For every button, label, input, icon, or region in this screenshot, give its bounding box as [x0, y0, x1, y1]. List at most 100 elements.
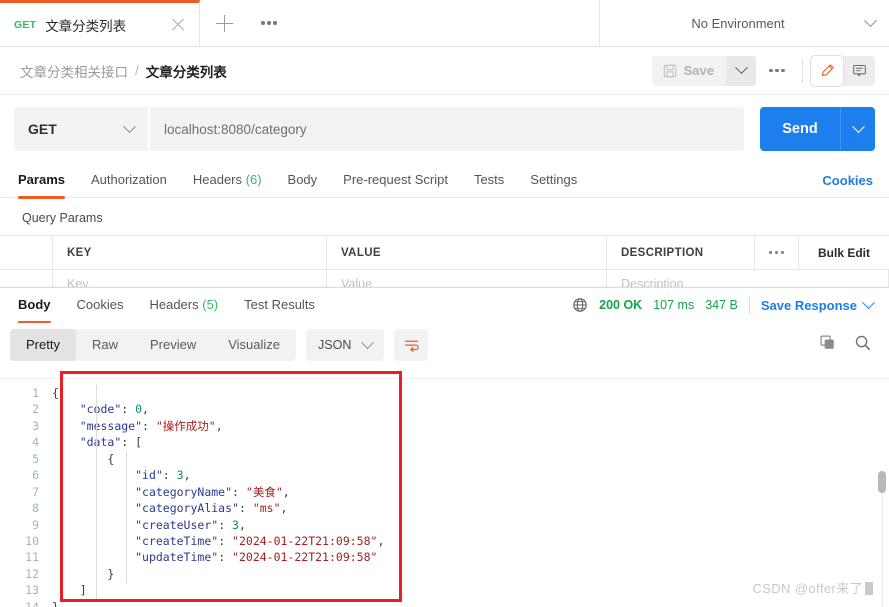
line-number: 4 [32, 435, 39, 450]
line-number: 10 [25, 533, 39, 548]
request-url-bar: GET localhost:8080/category Send [0, 95, 889, 151]
code-token: : [218, 533, 233, 548]
save-options-button[interactable] [726, 55, 756, 86]
response-body-viewer[interactable]: 1 2 3 4 5 6 7 8 9 10 11 12 13 14 { "code": 0, "messag… [0, 378, 889, 607]
code-line: "updateTime": "2024-01-22T21:09:58" [48, 549, 889, 565]
tab-more-options-button[interactable] [248, 0, 290, 46]
cookies-link[interactable]: Cookies [822, 173, 875, 188]
code-token: "categoryAlias" [135, 501, 239, 516]
code-line: } [48, 599, 889, 607]
scrollbar[interactable] [878, 471, 886, 607]
response-actions [819, 334, 875, 356]
watermark-text: CSDN @offer来了 [752, 581, 863, 596]
scrollbar-thumb[interactable] [878, 471, 886, 493]
code-token: : [218, 550, 233, 565]
tab-bar: GET 文章分类列表 No Environment [0, 0, 889, 47]
response-body-code: { "code": 0, "message": "操作成功", "data": … [48, 379, 889, 607]
chevron-down-icon [862, 295, 875, 309]
code-token: 0 [135, 402, 143, 417]
code-line: "code": 0, [48, 401, 889, 417]
line-number: 9 [32, 517, 39, 532]
request-tab-article-category-list[interactable]: GET 文章分类列表 [0, 0, 200, 46]
breadcrumb: 文章分类相关接口 / 文章分类列表 [20, 61, 652, 81]
code-token: "2024-01-22T21:09:58" [232, 533, 378, 548]
code-token: "createUser" [135, 517, 219, 532]
wrap-lines-button[interactable] [394, 329, 429, 361]
send-options-button[interactable] [840, 107, 875, 151]
save-button[interactable]: Save [651, 55, 726, 86]
view-mode-pretty[interactable]: Pretty [10, 329, 76, 361]
select-all-checkbox-cell[interactable] [0, 236, 53, 269]
code-token: "id" [135, 468, 163, 483]
tab-body[interactable]: Body [275, 164, 331, 198]
tab-tests[interactable]: Tests [461, 164, 517, 198]
tab-settings-label: Settings [530, 171, 578, 187]
code-token: : [121, 402, 136, 417]
tab-authorization[interactable]: Authorization [78, 164, 180, 198]
code-line: { [48, 385, 889, 401]
view-mode-raw[interactable]: Raw [76, 329, 134, 361]
search-icon [855, 335, 871, 351]
code-token: { [52, 386, 59, 400]
request-url-input[interactable]: localhost:8080/category [150, 107, 744, 151]
response-size: 347 B [705, 298, 738, 312]
environment-selector[interactable]: No Environment [600, 0, 889, 46]
response-tab-headers[interactable]: Headers (5) [136, 288, 231, 322]
line-number: 3 [32, 418, 39, 433]
watermark-block [865, 582, 873, 595]
column-header-key: KEY [53, 236, 327, 269]
search-response-button[interactable] [854, 334, 871, 356]
tab-params[interactable]: Params [14, 164, 78, 199]
view-mode-visualize[interactable]: Visualize [212, 329, 296, 361]
line-number: 5 [32, 451, 39, 466]
chevron-down-icon [864, 13, 877, 27]
tab-pre-request-script[interactable]: Pre-request Script [330, 164, 461, 198]
http-method-selector[interactable]: GET [14, 107, 148, 151]
view-mode-preview[interactable]: Preview [134, 329, 212, 361]
close-icon[interactable] [169, 16, 187, 34]
comment-icon [852, 64, 866, 77]
response-tab-test-results[interactable]: Test Results [231, 288, 328, 322]
code-token: : [162, 468, 177, 483]
code-token: : [218, 517, 233, 532]
watermark: CSDN @offer来了 [752, 578, 873, 597]
toolbar-divider [802, 58, 803, 83]
response-format-selector[interactable]: JSON [306, 329, 385, 361]
code-token: , [238, 517, 246, 532]
code-line: { [48, 451, 889, 467]
line-number: 8 [32, 501, 39, 516]
query-params-more-button[interactable] [755, 236, 799, 269]
new-tab-button[interactable] [200, 0, 248, 46]
tab-settings[interactable]: Settings [517, 164, 590, 198]
response-tab-body[interactable]: Body [14, 288, 64, 323]
breadcrumb-parent[interactable]: 文章分类相关接口 [20, 61, 128, 81]
request-more-options-button[interactable] [760, 56, 794, 86]
bulk-edit-button[interactable]: Bulk Edit [799, 236, 889, 269]
code-token: , [215, 418, 223, 433]
line-number: 13 [25, 583, 39, 598]
breadcrumb-bar: 文章分类相关接口 / 文章分类列表 Save [0, 47, 889, 95]
code-line: "data": [ [48, 434, 889, 450]
comments-button[interactable] [843, 56, 875, 86]
response-tab-cookies[interactable]: Cookies [64, 288, 137, 322]
copy-response-button[interactable] [819, 334, 836, 356]
http-method-label: GET [28, 121, 57, 137]
tab-pre-request-script-label: Pre-request Script [343, 171, 448, 187]
chevron-down-icon [361, 335, 375, 349]
send-button[interactable]: Send [760, 107, 840, 151]
column-header-description: DESCRIPTION [607, 236, 755, 269]
response-view-mode-group: Pretty Raw Preview Visualize [10, 329, 297, 361]
tab-headers[interactable]: Headers (6) [180, 164, 275, 198]
code-line: "createUser": 3, [48, 517, 889, 533]
code-token: "message" [79, 418, 143, 433]
save-response-button[interactable]: Save Response [761, 295, 875, 313]
code-line: "message": "操作成功", [48, 418, 889, 434]
edit-documentation-button[interactable] [811, 55, 843, 86]
tab-bar-filler [290, 0, 600, 46]
